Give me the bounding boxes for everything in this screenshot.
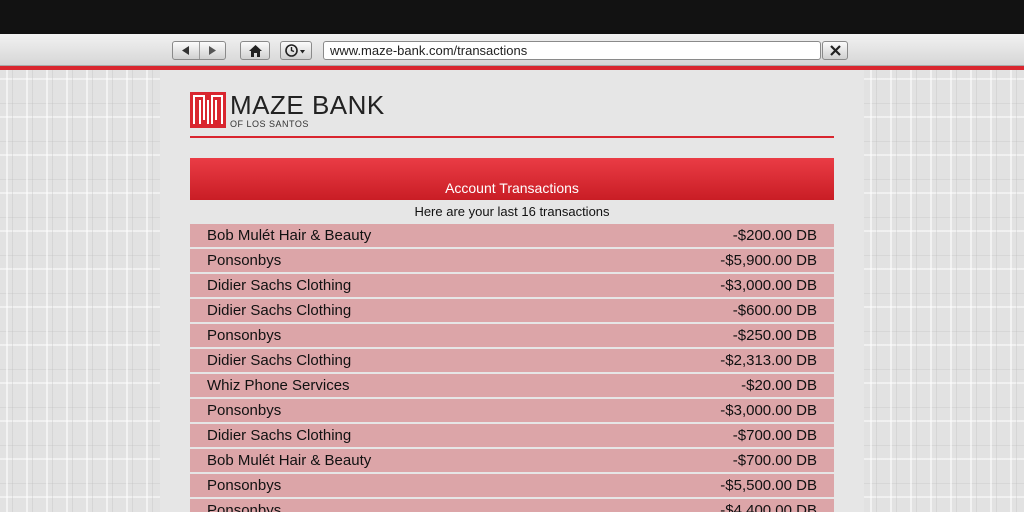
- transactions-subtitle: Here are your last 16 transactions: [414, 204, 610, 219]
- transaction-merchant: Whiz Phone Services: [207, 377, 350, 394]
- transaction-amount: -$20.00 DB: [741, 377, 817, 394]
- transaction-row: Ponsonbys -$3,000.00 DB: [190, 399, 834, 422]
- transaction-amount: -$5,500.00 DB: [720, 477, 817, 494]
- browser-toolbar: [0, 34, 1024, 66]
- background-pattern-right: [864, 70, 1024, 512]
- forward-arrow-icon: [209, 46, 217, 55]
- page-title: Account Transactions: [190, 158, 834, 200]
- transaction-merchant: Ponsonbys: [207, 252, 282, 269]
- transaction-amount: -$2,313.00 DB: [720, 352, 817, 369]
- transaction-merchant: Didier Sachs Clothing: [207, 277, 352, 294]
- maze-logo-icon: [190, 92, 226, 128]
- transaction-row: Didier Sachs Clothing -$3,000.00 DB: [190, 274, 834, 297]
- transaction-amount: -$3,000.00 DB: [720, 402, 817, 419]
- transaction-amount: -$700.00 DB: [732, 427, 817, 444]
- transaction-list: Bob Mulét Hair & Beauty -$200.00 DB Pons…: [190, 224, 834, 512]
- transaction-row: Didier Sachs Clothing -$2,313.00 DB: [190, 349, 834, 372]
- logo-wordmark: MAZE BANK: [230, 90, 385, 120]
- forward-button[interactable]: [198, 42, 226, 59]
- maze-bank-logo[interactable]: MAZE BANK OF LOS SANTOS: [190, 92, 385, 129]
- transaction-row: Ponsonbys -$5,900.00 DB: [190, 249, 834, 272]
- transaction-merchant: Ponsonbys: [207, 502, 282, 512]
- transaction-row: Bob Mulét Hair & Beauty -$700.00 DB: [190, 449, 834, 472]
- home-icon: [248, 44, 262, 57]
- home-button[interactable]: [240, 41, 270, 60]
- transaction-row: Didier Sachs Clothing -$700.00 DB: [190, 424, 834, 447]
- transaction-merchant: Didier Sachs Clothing: [207, 427, 352, 444]
- transaction-row: Whiz Phone Services -$20.00 DB: [190, 374, 834, 397]
- transaction-amount: -$700.00 DB: [732, 452, 817, 469]
- transaction-row: Didier Sachs Clothing -$600.00 DB: [190, 299, 834, 322]
- clock-dropdown-icon: [285, 44, 305, 57]
- transaction-merchant: Ponsonbys: [207, 477, 282, 494]
- transaction-row: Ponsonbys -$250.00 DB: [190, 324, 834, 347]
- back-button[interactable]: [173, 42, 199, 59]
- close-icon: [829, 45, 841, 56]
- navigation-buttons: [172, 41, 226, 60]
- transaction-merchant: Ponsonbys: [207, 327, 282, 344]
- back-arrow-icon: [181, 46, 189, 55]
- transaction-row: Ponsonbys -$4,400.00 DB: [190, 499, 834, 512]
- transaction-merchant: Bob Mulét Hair & Beauty: [207, 227, 372, 244]
- transaction-row: Bob Mulét Hair & Beauty -$200.00 DB: [190, 224, 834, 247]
- close-button[interactable]: [822, 41, 848, 60]
- window-top-bar: [0, 0, 1024, 34]
- transaction-amount: -$200.00 DB: [732, 227, 817, 244]
- transaction-amount: -$250.00 DB: [732, 327, 817, 344]
- background-pattern-left: [0, 70, 160, 512]
- transaction-amount: -$600.00 DB: [732, 302, 817, 319]
- transaction-row: Ponsonbys -$5,500.00 DB: [190, 474, 834, 497]
- address-bar[interactable]: [323, 41, 821, 60]
- transaction-merchant: Bob Mulét Hair & Beauty: [207, 452, 372, 469]
- transaction-merchant: Didier Sachs Clothing: [207, 352, 352, 369]
- transaction-amount: -$3,000.00 DB: [720, 277, 817, 294]
- transaction-merchant: Didier Sachs Clothing: [207, 302, 352, 319]
- history-button[interactable]: [280, 41, 312, 60]
- logo-tagline: OF LOS SANTOS: [230, 119, 309, 129]
- page-content: MAZE BANK OF LOS SANTOS Account Transact…: [160, 70, 864, 512]
- transaction-merchant: Ponsonbys: [207, 402, 282, 419]
- logo-divider: [190, 136, 834, 138]
- transaction-amount: -$4,400.00 DB: [720, 502, 817, 512]
- transaction-amount: -$5,900.00 DB: [720, 252, 817, 269]
